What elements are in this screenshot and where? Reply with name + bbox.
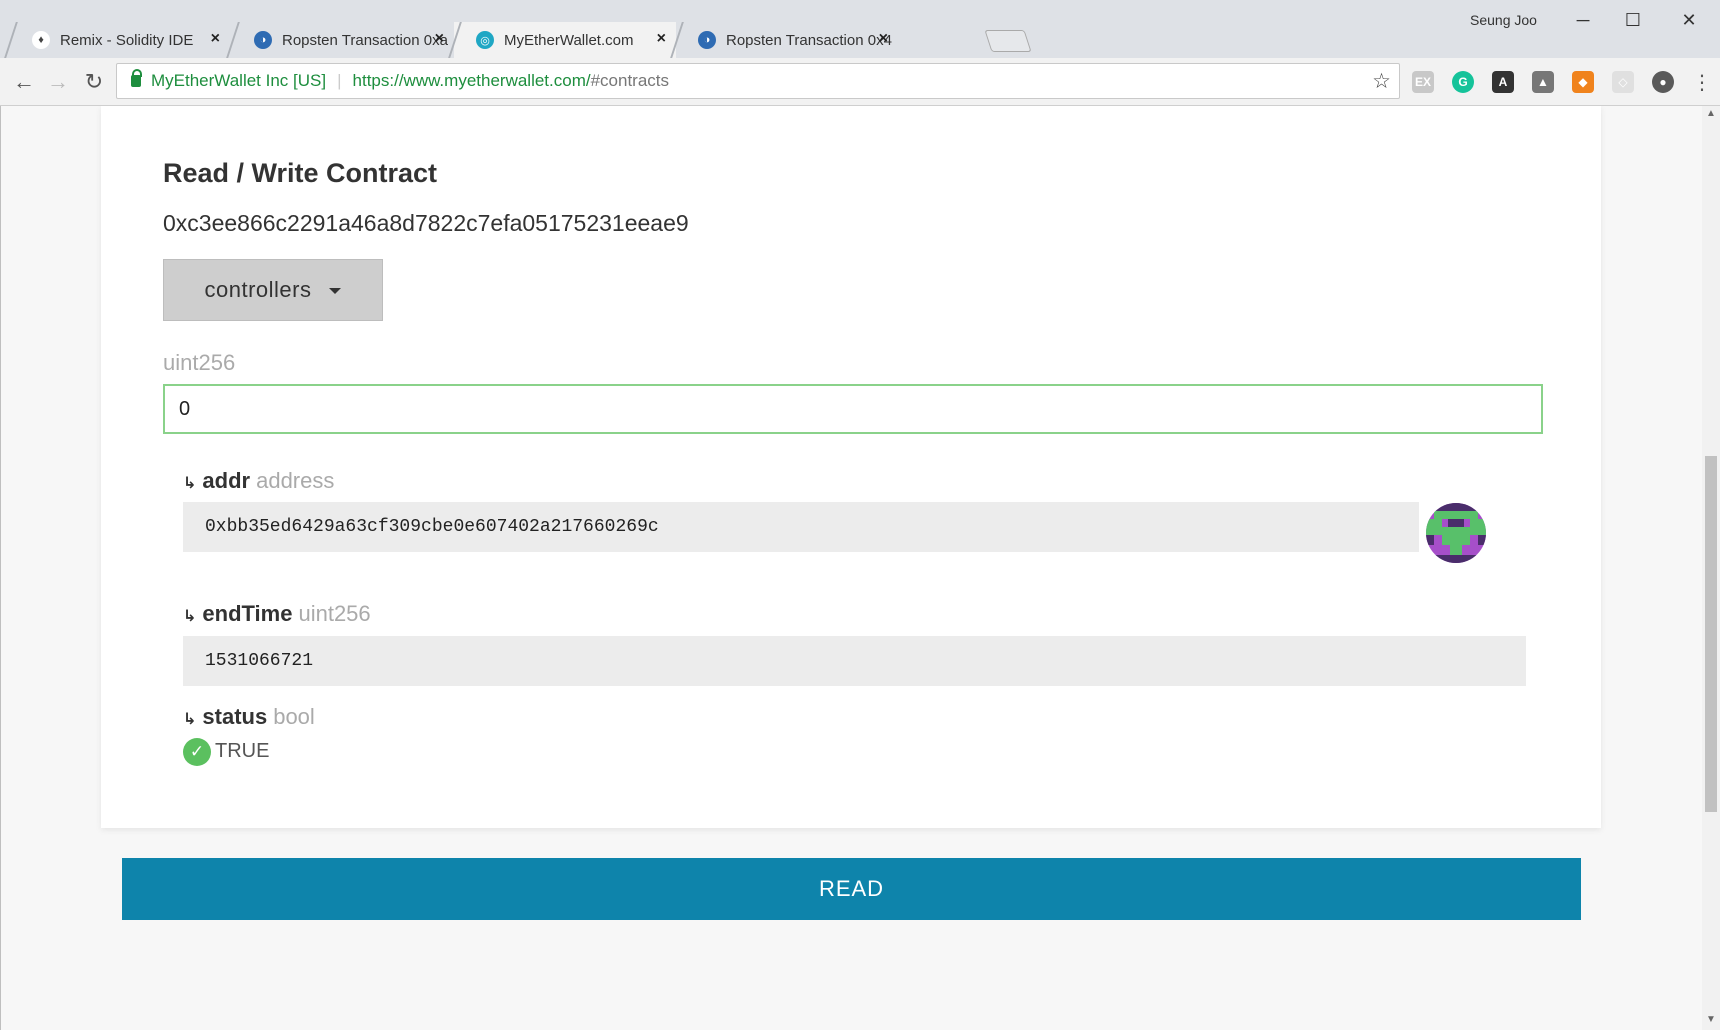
chrome-menu-icon[interactable]: ⋮ xyxy=(1692,70,1712,95)
tab-close-icon[interactable]: × xyxy=(879,30,888,48)
tab-remix[interactable]: ♦ Remix - Solidity IDE × xyxy=(10,22,230,58)
scroll-down-icon[interactable]: ▼ xyxy=(1706,1014,1716,1025)
input-value: 0 xyxy=(179,397,191,420)
input-type-label: uint256 xyxy=(163,350,236,375)
output-type: uint256 xyxy=(298,601,371,626)
back-icon[interactable]: ← xyxy=(10,68,38,96)
new-tab-button[interactable] xyxy=(984,30,1032,52)
tab-close-icon[interactable]: × xyxy=(657,30,666,48)
profile-name[interactable]: Seung Joo xyxy=(1470,12,1537,28)
output-status-value: TRUE xyxy=(215,740,270,762)
forward-icon[interactable]: → xyxy=(44,68,72,96)
page-viewport: Read / Write Contract 0xc3ee866c2291a46a… xyxy=(0,106,1702,1030)
output-name: endTime xyxy=(202,601,293,626)
site-organization: MyEtherWallet Inc [US] xyxy=(151,71,327,90)
bookmark-icon[interactable]: ▲ xyxy=(1532,71,1554,93)
lock-icon xyxy=(131,69,142,87)
output-name: addr xyxy=(202,468,251,493)
output-label-status: ↳ status bool xyxy=(183,704,315,730)
return-arrow-icon: ↳ xyxy=(183,711,197,728)
url-host: https://www.myetherwallet.com/ xyxy=(352,71,591,90)
tab-close-icon[interactable]: × xyxy=(435,30,444,48)
dropdown-label: controllers xyxy=(204,277,312,302)
output-label-endtime: ↳ endTime uint256 xyxy=(183,601,371,627)
output-value: 1531066721 xyxy=(205,651,314,671)
metamask-icon[interactable]: ◆ xyxy=(1572,71,1594,93)
browser-toolbar: ← → ↻ MyEtherWallet Inc [US] | https://w… xyxy=(0,58,1720,106)
return-arrow-icon: ↳ xyxy=(183,608,197,625)
output-addr-value: 0xbb35ed6429a63cf309cbe0e607402a21766026… xyxy=(183,502,1419,552)
tab-ropsten-1[interactable]: ◑ Ropsten Transaction 0xa × xyxy=(232,22,454,58)
output-endtime-value: 1531066721 xyxy=(183,636,1526,686)
address-separator: | xyxy=(337,71,342,90)
output-type: address xyxy=(256,468,335,493)
address-bar[interactable]: MyEtherWallet Inc [US] | https://www.mye… xyxy=(116,63,1400,99)
page-scrollbar[interactable]: ▲ ▼ xyxy=(1702,106,1720,1030)
ex-icon[interactable]: EX xyxy=(1412,71,1434,93)
remix-icon: ♦ xyxy=(32,31,50,49)
browser-titlebar: ♦ Remix - Solidity IDE × ◑ Ropsten Trans… xyxy=(0,0,1720,58)
caret-down-icon xyxy=(329,288,342,294)
tab-close-icon[interactable]: × xyxy=(211,30,220,48)
grammarly-icon[interactable]: G xyxy=(1452,71,1474,93)
tab-title: Remix - Solidity IDE xyxy=(60,31,194,49)
minimize-icon[interactable]: ─ xyxy=(1560,6,1606,34)
reload-icon[interactable]: ↻ xyxy=(80,68,108,96)
tab-title: MyEtherWallet.com xyxy=(504,31,634,49)
output-value: 0xbb35ed6429a63cf309cbe0e607402a21766026… xyxy=(205,517,659,537)
tab-title: Ropsten Transaction 0x4 xyxy=(726,31,892,49)
tab-myetherwallet[interactable]: ◎ MyEtherWallet.com × xyxy=(454,22,676,58)
output-type: bool xyxy=(273,704,315,729)
tab-title: Ropsten Transaction 0xa xyxy=(282,31,448,49)
url-path: #contracts xyxy=(590,71,670,90)
scroll-up-icon[interactable]: ▲ xyxy=(1706,108,1716,119)
contract-panel: Read / Write Contract 0xc3ee866c2291a46a… xyxy=(101,106,1601,828)
panel-title: Read / Write Contract xyxy=(163,158,438,188)
bookmark-star-icon[interactable]: ☆ xyxy=(1372,69,1391,94)
output-name: status xyxy=(202,704,268,729)
myetherwallet-icon: ◎ xyxy=(476,31,494,49)
check-icon: ✓ xyxy=(183,738,211,766)
shield-icon[interactable]: ◇ xyxy=(1612,71,1634,93)
etherscan-icon: ◑ xyxy=(698,31,716,49)
etherscan-icon: ◑ xyxy=(254,31,272,49)
a-icon[interactable]: A xyxy=(1492,71,1514,93)
contract-address: 0xc3ee866c2291a46a8d7822c7efa05175231eea… xyxy=(163,210,689,236)
close-window-icon[interactable]: ✕ xyxy=(1666,6,1712,34)
address-identicon xyxy=(1426,503,1486,563)
evernote-icon[interactable]: ● xyxy=(1652,71,1674,93)
return-arrow-icon: ↳ xyxy=(183,475,197,492)
scroll-thumb[interactable] xyxy=(1705,456,1717,812)
maximize-icon[interactable]: ☐ xyxy=(1610,6,1656,34)
read-button[interactable]: READ xyxy=(122,858,1581,920)
uint256-input[interactable]: 0 xyxy=(163,384,1543,434)
function-dropdown[interactable]: controllers xyxy=(163,259,383,321)
output-label-addr: ↳ addr address xyxy=(183,468,334,494)
tab-ropsten-2[interactable]: ◑ Ropsten Transaction 0x4 × xyxy=(676,22,898,58)
